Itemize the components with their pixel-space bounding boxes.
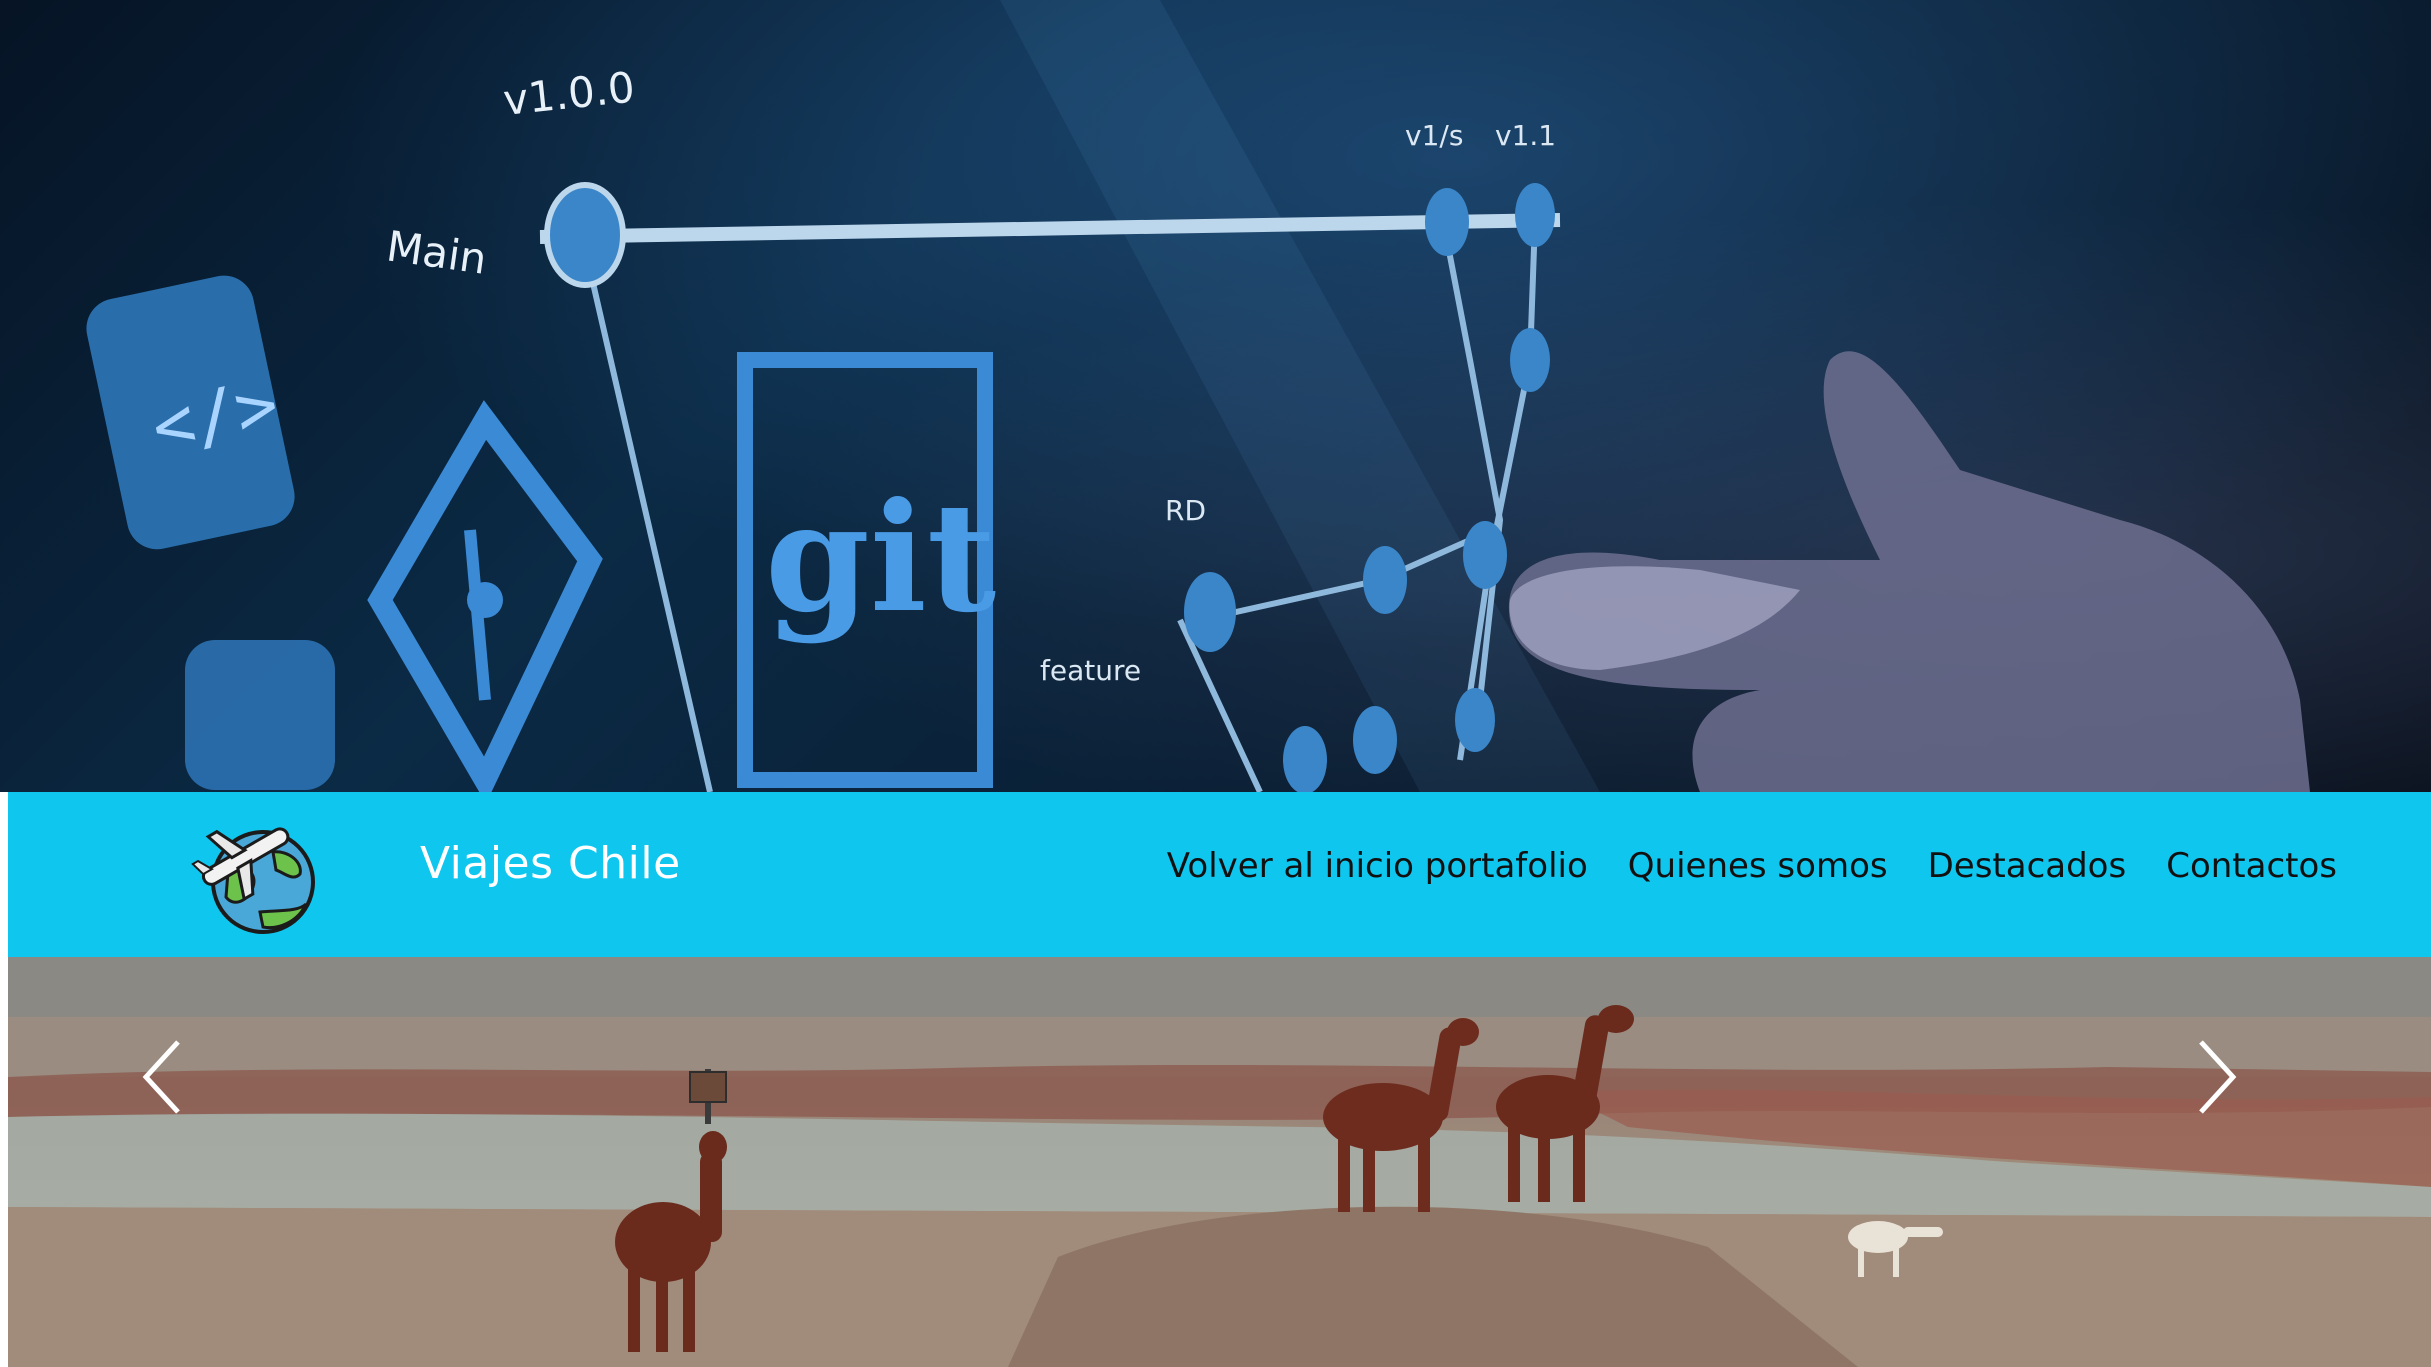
travel-logo-icon[interactable] (188, 812, 323, 937)
svg-text:git: git (765, 470, 996, 646)
hero-image: </> git v1.0.0 Main v1/s v1.1 RD feature (86, 0, 2310, 792)
nav-links: Volver al inicio portafolio Quienes somo… (1167, 846, 2337, 886)
hand-image (1508, 351, 2310, 792)
navbar: Viajes Chile Volver al inicio portafolio… (8, 792, 2431, 957)
nav-link-quienes-somos[interactable]: Quienes somos (1628, 846, 1888, 886)
tag-label: v1/s (1405, 119, 1463, 152)
hero-banner: </> git v1.0.0 Main v1/s v1.1 RD feature (0, 0, 2431, 792)
nav-link-inicio-portafolio[interactable]: Volver al inicio portafolio (1167, 846, 1588, 886)
git-logo-icon (367, 400, 603, 792)
git-box-icon: git (737, 352, 996, 788)
image-carousel (8, 957, 2431, 1367)
carousel-next-button[interactable] (2191, 1037, 2301, 1237)
brand-title[interactable]: Viajes Chile (420, 838, 681, 889)
chevron-left-icon (142, 1040, 180, 1114)
tag-label: RD (1165, 494, 1206, 527)
code-tag-icon: </> (86, 275, 295, 550)
carousel-slide-image (8, 957, 2431, 1367)
nav-link-destacados[interactable]: Destacados (1928, 846, 2127, 886)
nav-link-contactos[interactable]: Contactos (2166, 846, 2337, 886)
tag-label: v1.1 (1495, 119, 1556, 152)
fork-icon (185, 640, 335, 790)
main-branch-label: Main (384, 221, 490, 283)
chevron-right-icon (2199, 1040, 2237, 1114)
tag-label: feature (1040, 654, 1141, 687)
version-label: v1.0.0 (501, 62, 637, 125)
carousel-prev-button[interactable] (138, 1037, 248, 1237)
